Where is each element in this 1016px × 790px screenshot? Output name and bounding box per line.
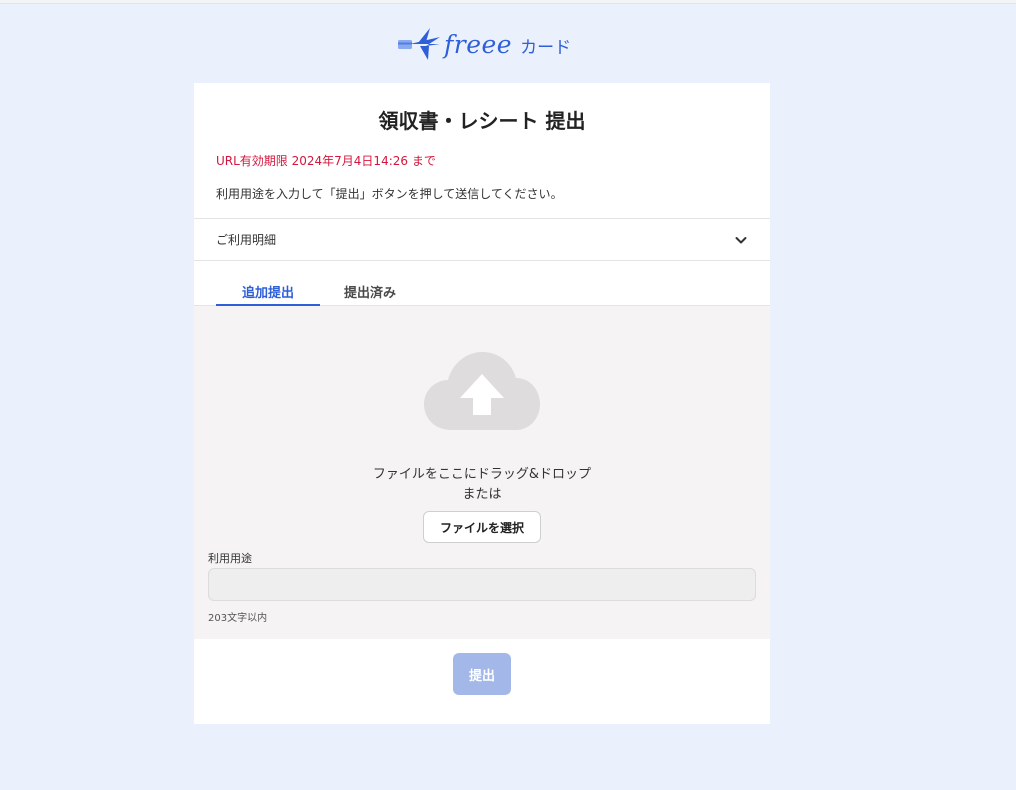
tab-bar: 追加提出 提出済み [194,261,770,306]
plane-card-icon [398,28,440,60]
logo-wordmark: freee [444,29,513,59]
freee-card-logo: freee カード [396,22,571,66]
receipt-submit-card: 領収書・レシート 提出 URL有効期限 2024年7月4日14:26 まで 利用… [194,83,770,724]
page-title: 領収書・レシート 提出 [378,109,586,133]
logo-product: カード [520,38,572,57]
select-file-button[interactable]: ファイルを選択 [423,511,541,543]
file-dropzone[interactable]: ファイルをここにドラッグ&ドロップ または ファイルを選択 利用用途 203文字… [194,306,770,639]
tab-additional-submit[interactable]: 追加提出 [216,282,320,306]
top-border [0,0,1016,4]
or-text: または [462,487,502,502]
submit-button[interactable]: 提出 [453,653,511,695]
chevron-down-icon[interactable] [734,233,748,247]
tab-submitted[interactable]: 提出済み [344,282,396,301]
usage-details-accordion[interactable]: ご利用明細 [194,218,770,261]
purpose-char-limit: 203文字以内 [208,613,268,624]
accordion-label: ご利用明細 [216,233,277,247]
drop-text: ファイルをここにドラッグ&ドロップ [372,467,592,482]
url-expiry-notice: URL有効期限 2024年7月4日14:26 まで [216,154,436,168]
instruction-text: 利用用途を入力して「提出」ボタンを押して送信してください。 [216,187,563,201]
cloud-upload-icon [424,352,540,430]
drop-instruction: ファイルをここにドラッグ&ドロップ または [194,465,770,505]
purpose-input[interactable] [208,568,756,601]
purpose-label: 利用用途 [208,552,252,565]
